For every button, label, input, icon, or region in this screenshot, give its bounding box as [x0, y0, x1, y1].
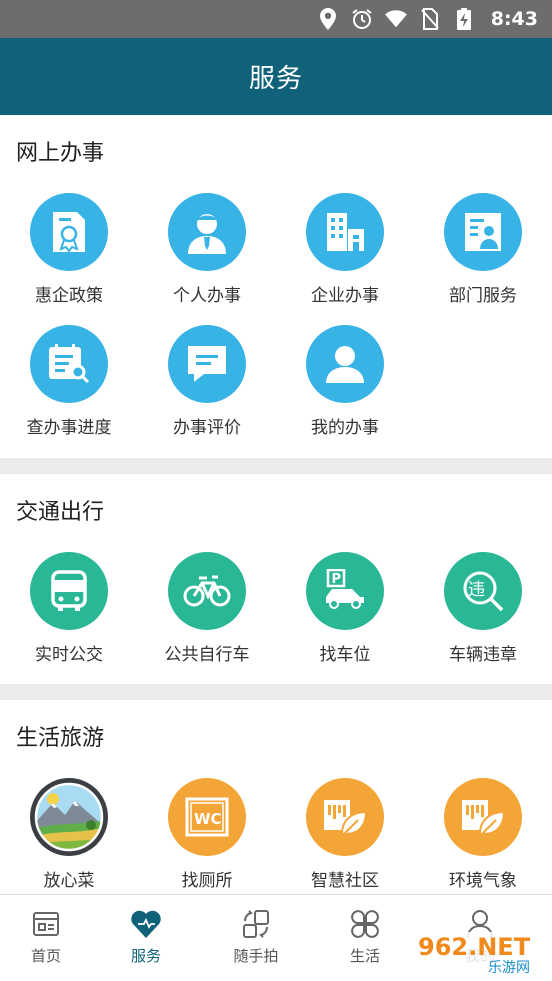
service-item-enterprise[interactable]: 企业办事 [276, 193, 414, 306]
service-label: 惠企政策 [35, 286, 103, 306]
service-item-evaluation[interactable]: 办事评价 [138, 325, 276, 438]
service-label: 部门服务 [449, 286, 517, 306]
section-title: 交通出行 [16, 500, 105, 525]
section-online-services: 网上办事 惠企政策 个人办事 企业办事 部门服务 查办事进度 办事评价 我的办事 [0, 115, 552, 458]
app-header: 服务 [0, 38, 552, 115]
department-card-icon [444, 193, 522, 271]
page-title: 服务 [248, 64, 303, 94]
bus-icon [30, 552, 108, 630]
home-icon [0, 907, 96, 941]
service-item-enterprise-policy[interactable]: 惠企政策 [0, 193, 138, 306]
service-label: 找厕所 [181, 871, 233, 891]
leaf-card-icon [444, 778, 522, 856]
section-transportation: 交通出行 实时公交 公共自行车 P 找车位 违 车辆违章 [0, 474, 552, 684]
service-item-vehicle-violation[interactable]: 违 车辆违章 [414, 552, 552, 665]
service-item-department[interactable]: 部门服务 [414, 193, 552, 306]
wifi-icon [384, 8, 407, 30]
progress-search-icon [30, 325, 108, 403]
clover-icon [315, 907, 415, 941]
service-label: 办事评价 [173, 418, 241, 438]
svg-text:违: 违 [468, 580, 485, 600]
parking-icon: P [306, 552, 384, 630]
no-sim-icon [419, 8, 441, 30]
service-label: 实时公交 [35, 645, 103, 665]
service-item-progress[interactable]: 查办事进度 [0, 325, 138, 438]
section-life-travel: 生活旅游 放心菜 WC 找厕所 智慧社区 环境气象 [0, 700, 552, 894]
clock-time: 8:43 [490, 8, 538, 30]
service-label: 我的办事 [311, 418, 379, 438]
service-label: 环境气象 [449, 871, 517, 891]
service-label: 车辆违章 [449, 645, 517, 665]
service-label: 智慧社区 [311, 871, 379, 891]
service-item-environment-weather[interactable]: 环境气象 [414, 778, 552, 891]
tab-label: 生活 [349, 947, 380, 965]
svg-text:P: P [332, 572, 342, 587]
status-bar: 8:43 [0, 0, 552, 38]
service-item-smart-community[interactable]: 智慧社区 [276, 778, 414, 891]
heart-icon [96, 907, 196, 941]
tab-label: 随手拍 [233, 947, 279, 965]
service-label: 个人办事 [173, 286, 241, 306]
person-icon [168, 193, 246, 271]
certificate-icon [30, 193, 108, 271]
service-item-safe-vegetables[interactable]: 放心菜 [0, 778, 138, 891]
tab-snapshot[interactable]: 随手拍 [206, 907, 306, 966]
service-item-find-toilet[interactable]: WC 找厕所 [138, 778, 276, 891]
tab-label: 首页 [30, 947, 61, 965]
location-icon [317, 8, 339, 30]
service-item-realtime-bus[interactable]: 实时公交 [0, 552, 138, 665]
landscape-icon [30, 778, 108, 856]
alarm-icon [351, 8, 373, 30]
service-label: 放心菜 [43, 871, 95, 891]
snap-icon [206, 907, 306, 941]
section-title: 网上办事 [16, 141, 105, 166]
tab-label: 服务 [130, 947, 161, 965]
wc-icon: WC [168, 778, 246, 856]
leaf-card-icon [306, 778, 384, 856]
service-label: 查办事进度 [26, 418, 112, 438]
service-label: 企业办事 [311, 286, 379, 306]
service-item-personal[interactable]: 个人办事 [138, 193, 276, 306]
watermark-logo: 962.NET 乐游网 [410, 928, 550, 976]
svg-text:962.NET: 962.NET [418, 933, 531, 961]
svg-text:WC: WC [194, 810, 222, 828]
battery-charging-icon [453, 8, 475, 30]
service-item-my-affairs[interactable]: 我的办事 [276, 325, 414, 438]
bicycle-icon [168, 552, 246, 630]
building-icon [306, 193, 384, 271]
section-title: 生活旅游 [16, 726, 105, 751]
user-icon [306, 325, 384, 403]
tab-life[interactable]: 生活 [315, 907, 415, 966]
violation-search-icon: 违 [444, 552, 522, 630]
service-label: 找车位 [319, 645, 371, 665]
comment-icon [168, 325, 246, 403]
service-label: 公共自行车 [164, 645, 250, 665]
tab-services[interactable]: 服务 [96, 907, 196, 966]
tab-home[interactable]: 首页 [0, 907, 96, 966]
svg-text:乐游网: 乐游网 [488, 960, 530, 976]
service-item-public-bicycle[interactable]: 公共自行车 [138, 552, 276, 665]
service-item-find-parking[interactable]: P 找车位 [276, 552, 414, 665]
